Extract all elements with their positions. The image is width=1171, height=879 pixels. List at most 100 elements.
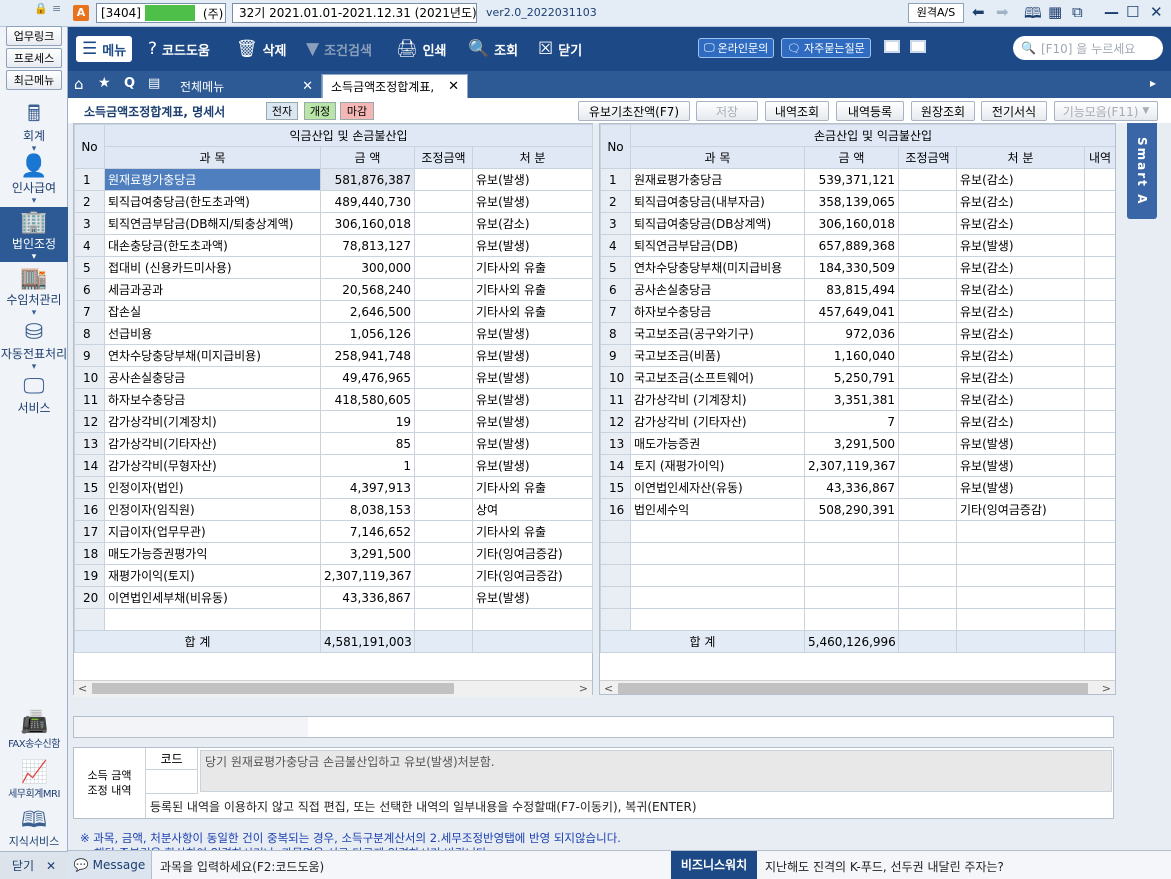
amount-cell[interactable]: 306,160,018 xyxy=(804,212,899,235)
adjust-amount-cell[interactable] xyxy=(898,190,957,213)
disposal-cell[interactable]: 유보(감소) xyxy=(956,256,1085,279)
sidebar-item-auto-voucher[interactable]: ⛁ 자동전표처리 ▾ xyxy=(0,321,68,373)
amount-cell[interactable]: 85 xyxy=(320,432,415,455)
amount-cell[interactable]: 418,580,605 xyxy=(320,388,415,411)
subject-cell[interactable]: 국고보조금(공구와기구) xyxy=(630,322,805,345)
disposal-cell[interactable]: 유보(발생) xyxy=(471,586,594,609)
row-number[interactable]: 10 xyxy=(600,366,631,389)
disposal-cell[interactable]: 유보(발생) xyxy=(471,366,594,389)
adjust-amount-cell[interactable] xyxy=(898,278,957,301)
subject-cell[interactable]: 퇴직급여충당금(한도초과액) xyxy=(104,190,321,213)
quick-search-icon[interactable]: Q xyxy=(124,76,135,91)
subject-cell[interactable]: 이연법인세자산(유동) xyxy=(630,476,805,499)
table-row[interactable]: 4 퇴직연금부담금(DB) 657,889,368 유보(발생) xyxy=(600,234,1115,257)
home-icon[interactable]: ⌂ xyxy=(74,75,84,93)
subject-cell[interactable]: 퇴직연금부담금(DB) xyxy=(630,234,805,257)
disposal-cell[interactable]: 유보(감소) xyxy=(956,212,1085,235)
detail-cell[interactable] xyxy=(1083,256,1115,279)
amount-cell[interactable]: 300,000 xyxy=(320,256,415,279)
adjust-amount-cell[interactable] xyxy=(414,212,473,235)
subject-cell[interactable] xyxy=(630,520,805,543)
disposal-cell[interactable] xyxy=(956,564,1085,587)
subject-cell[interactable]: 하자보수충당금 xyxy=(630,300,805,323)
adjust-amount-cell[interactable] xyxy=(898,366,957,389)
disposal-cell[interactable]: 기타사외 유출 xyxy=(471,476,594,499)
right-horizontal-scrollbar[interactable]: < > xyxy=(600,680,1115,694)
detail-cell[interactable] xyxy=(1083,564,1115,587)
table-row[interactable] xyxy=(74,608,594,631)
table-row[interactable]: 10 공사손실충당금 49,476,965 유보(발생) xyxy=(74,366,594,389)
adjust-amount-cell[interactable] xyxy=(414,564,473,587)
disposal-cell[interactable] xyxy=(956,608,1085,631)
adjust-amount-cell[interactable] xyxy=(898,212,957,235)
delete-button[interactable]: 🗑 삭제 xyxy=(236,36,287,62)
amount-cell[interactable]: 1 xyxy=(320,454,415,477)
amount-cell[interactable]: 258,941,748 xyxy=(320,344,415,367)
row-number[interactable]: 13 xyxy=(74,432,105,455)
subject-cell[interactable]: 토지 (재평가이익) xyxy=(630,454,805,477)
disposal-cell[interactable]: 유보(발생) xyxy=(471,234,594,257)
badge-revised[interactable]: 개정 xyxy=(304,102,336,120)
disposal-cell[interactable]: 유보(감소) xyxy=(956,366,1085,389)
amount-cell[interactable]: 5,250,791 xyxy=(804,366,899,389)
minimize-icon[interactable]: — xyxy=(1104,3,1119,21)
detail-cell[interactable] xyxy=(1083,366,1115,389)
table-row[interactable]: 5 접대비 (신용카드미사용) 300,000 기타사외 유출 xyxy=(74,256,594,279)
detail-cell[interactable] xyxy=(1083,190,1115,213)
disposal-cell[interactable]: 유보(발생) xyxy=(956,454,1085,477)
table-row[interactable]: 3 퇴직연금부담금(DB해지/퇴충상계액) 306,160,018 유보(감소) xyxy=(74,212,594,235)
table-row[interactable]: 18 매도가능증권평가익 3,291,500 기타(잉여금증감) xyxy=(74,542,594,565)
subject-cell[interactable]: 공사손실충당금 xyxy=(630,278,805,301)
table-row[interactable]: 15 이연법인세자산(유동) 43,336,867 유보(발생) xyxy=(600,476,1115,499)
table-row[interactable] xyxy=(600,586,1115,609)
row-number[interactable]: 20 xyxy=(74,586,105,609)
amount-cell[interactable]: 306,160,018 xyxy=(320,212,415,235)
detail-cell[interactable] xyxy=(1083,388,1115,411)
disposal-cell[interactable]: 유보(감소) xyxy=(956,410,1085,433)
table-row[interactable] xyxy=(600,564,1115,587)
grid-view-icon[interactable]: ▦ xyxy=(1048,3,1062,21)
tab-all-menu[interactable]: 전체메뉴 ✕ xyxy=(172,74,322,98)
row-number[interactable]: 12 xyxy=(600,410,631,433)
table-row[interactable]: 7 하자보수충당금 457,649,041 유보(감소) xyxy=(600,300,1115,323)
row-number[interactable]: 1 xyxy=(600,168,631,191)
row-number[interactable]: 2 xyxy=(74,190,105,213)
disposal-cell[interactable]: 기타사외 유출 xyxy=(471,256,594,279)
row-number[interactable]: 6 xyxy=(600,278,631,301)
row-number[interactable]: 2 xyxy=(600,190,631,213)
disposal-cell[interactable]: 유보(발생) xyxy=(471,168,594,191)
adjust-amount-cell[interactable] xyxy=(898,344,957,367)
adjust-amount-cell[interactable] xyxy=(898,432,957,455)
adjust-amount-cell[interactable] xyxy=(898,608,957,631)
screen-split-icon[interactable] xyxy=(910,40,926,53)
sidebar-item-service[interactable]: 🖵 서비스 xyxy=(0,375,68,419)
adjust-amount-cell[interactable] xyxy=(414,454,473,477)
amount-cell[interactable]: 2,646,500 xyxy=(320,300,415,323)
company-box[interactable]: [3404] (주) xyxy=(96,3,226,23)
adjust-amount-cell[interactable] xyxy=(414,256,473,279)
print-button[interactable]: 🖨 인쇄 xyxy=(396,36,447,62)
disposal-cell[interactable]: 기타사외 유출 xyxy=(471,520,594,543)
row-number[interactable]: 19 xyxy=(74,564,105,587)
amount-cell[interactable]: 20,568,240 xyxy=(320,278,415,301)
disposal-cell[interactable]: 유보(발생) xyxy=(471,322,594,345)
adjust-amount-cell[interactable] xyxy=(898,322,957,345)
detail-text-input[interactable]: 당기 원재료평가충당금 손금불산입하고 유보(발생)처분함. xyxy=(200,750,1112,792)
row-number[interactable]: 12 xyxy=(74,410,105,433)
star-icon[interactable]: ★ xyxy=(98,75,111,91)
subject-cell[interactable]: 공사손실충당금 xyxy=(104,366,321,389)
subject-cell[interactable]: 이연법인세부채(비유동) xyxy=(104,586,321,609)
adjust-amount-cell[interactable] xyxy=(898,498,957,521)
row-number[interactable]: 3 xyxy=(74,212,105,235)
adjust-amount-cell[interactable] xyxy=(414,190,473,213)
subject-cell[interactable]: 퇴직연금부담금(DB해지/퇴충상계액) xyxy=(104,212,321,235)
table-row[interactable]: 11 감가상각비 (기계장치) 3,351,381 유보(감소) xyxy=(600,388,1115,411)
detail-cell[interactable] xyxy=(1083,498,1115,521)
row-number[interactable]: 4 xyxy=(600,234,631,257)
adjust-amount-cell[interactable] xyxy=(898,586,957,609)
adjust-amount-cell[interactable] xyxy=(414,278,473,301)
online-inquiry-button[interactable]: 🖵 온라인문의 xyxy=(698,38,775,58)
menu-button[interactable]: ☰ 메뉴 xyxy=(76,36,133,62)
disposal-cell[interactable]: 유보(발생) xyxy=(471,454,594,477)
amount-cell[interactable] xyxy=(804,542,899,565)
